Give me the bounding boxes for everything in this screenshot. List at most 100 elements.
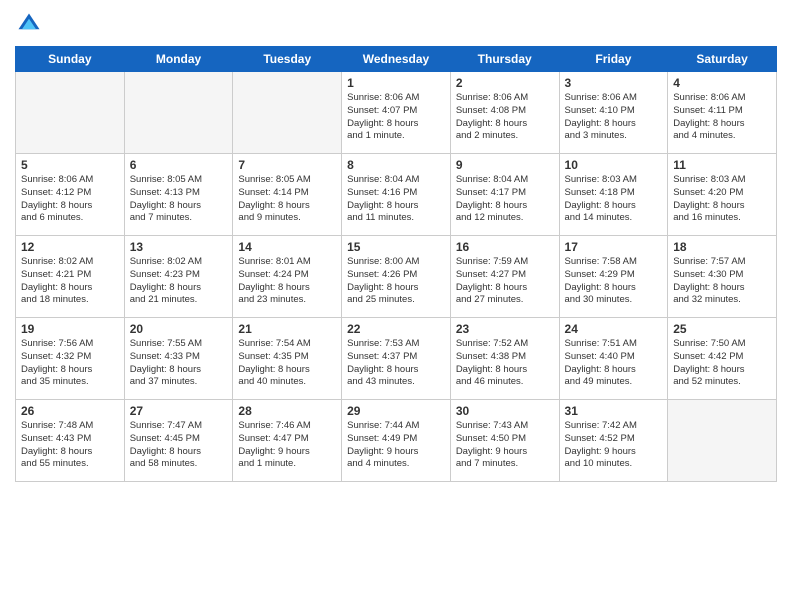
day-info: Sunrise: 8:03 AM Sunset: 4:18 PM Dayligh… — [565, 174, 663, 225]
day-info: Sunrise: 8:02 AM Sunset: 4:23 PM Dayligh… — [130, 256, 228, 307]
day-info: Sunrise: 8:00 AM Sunset: 4:26 PM Dayligh… — [347, 256, 445, 307]
day-number: 31 — [565, 404, 663, 418]
calendar-cell: 23 Sunrise: 7:52 AM Sunset: 4:38 PM Dayli… — [450, 318, 559, 400]
calendar-cell: 4 Sunrise: 8:06 AM Sunset: 4:11 PM Daylig… — [668, 72, 777, 154]
day-number: 12 — [21, 240, 119, 254]
day-info: Sunrise: 8:01 AM Sunset: 4:24 PM Dayligh… — [238, 256, 336, 307]
day-number: 13 — [130, 240, 228, 254]
calendar-cell: 3 Sunrise: 8:06 AM Sunset: 4:10 PM Daylig… — [559, 72, 668, 154]
calendar-cell: 5 Sunrise: 8:06 AM Sunset: 4:12 PM Daylig… — [16, 154, 125, 236]
day-info: Sunrise: 7:53 AM Sunset: 4:37 PM Dayligh… — [347, 338, 445, 389]
calendar-cell — [668, 400, 777, 482]
calendar-week-4: 19 Sunrise: 7:56 AM Sunset: 4:32 PM Dayli… — [16, 318, 777, 400]
day-info: Sunrise: 8:06 AM Sunset: 4:10 PM Dayligh… — [565, 92, 663, 143]
calendar-header-saturday: Saturday — [668, 47, 777, 72]
day-number: 11 — [673, 158, 771, 172]
day-info: Sunrise: 8:04 AM Sunset: 4:17 PM Dayligh… — [456, 174, 554, 225]
day-number: 27 — [130, 404, 228, 418]
calendar-cell: 28Sunrise: 7:46 AM Sunset: 4:47 PM Dayli… — [233, 400, 342, 482]
calendar-cell: 15 Sunrise: 8:00 AM Sunset: 4:26 PM Dayli… — [342, 236, 451, 318]
day-number: 1 — [347, 76, 445, 90]
day-number: 30 — [456, 404, 554, 418]
calendar-week-3: 12Sunrise: 8:02 AM Sunset: 4:21 PM Dayli… — [16, 236, 777, 318]
day-number: 15 — [347, 240, 445, 254]
day-info: Sunrise: 7:54 AM Sunset: 4:35 PM Dayligh… — [238, 338, 336, 389]
logo-icon — [15, 10, 43, 38]
calendar-cell — [124, 72, 233, 154]
day-info: Sunrise: 8:03 AM Sunset: 4:20 PM Dayligh… — [673, 174, 771, 225]
day-number: 20 — [130, 322, 228, 336]
day-number: 19 — [21, 322, 119, 336]
day-number: 10 — [565, 158, 663, 172]
day-number: 6 — [130, 158, 228, 172]
calendar-cell: 7 Sunrise: 8:05 AM Sunset: 4:14 PM Daylig… — [233, 154, 342, 236]
day-number: 18 — [673, 240, 771, 254]
day-info: Sunrise: 7:58 AM Sunset: 4:29 PM Dayligh… — [565, 256, 663, 307]
calendar-header-row: SundayMondayTuesdayWednesdayThursdayFrid… — [16, 47, 777, 72]
calendar-cell: 2 Sunrise: 8:06 AM Sunset: 4:08 PM Daylig… — [450, 72, 559, 154]
day-info: Sunrise: 7:51 AM Sunset: 4:40 PM Dayligh… — [565, 338, 663, 389]
calendar-week-5: 26Sunrise: 7:48 AM Sunset: 4:43 PM Dayli… — [16, 400, 777, 482]
calendar-week-2: 5 Sunrise: 8:06 AM Sunset: 4:12 PM Daylig… — [16, 154, 777, 236]
calendar-cell: 14 Sunrise: 8:01 AM Sunset: 4:24 PM Dayli… — [233, 236, 342, 318]
calendar-cell: 11 Sunrise: 8:03 AM Sunset: 4:20 PM Dayli… — [668, 154, 777, 236]
page: SundayMondayTuesdayWednesdayThursdayFrid… — [0, 0, 792, 612]
day-number: 17 — [565, 240, 663, 254]
day-number: 5 — [21, 158, 119, 172]
calendar-header-tuesday: Tuesday — [233, 47, 342, 72]
calendar-cell: 30 Sunrise: 7:43 AM Sunset: 4:50 PM Dayli… — [450, 400, 559, 482]
day-number: 3 — [565, 76, 663, 90]
day-number: 25 — [673, 322, 771, 336]
calendar-cell: 21 Sunrise: 7:54 AM Sunset: 4:35 PM Dayli… — [233, 318, 342, 400]
day-info: Sunrise: 7:44 AM Sunset: 4:49 PM Dayligh… — [347, 420, 445, 471]
calendar-cell: 9 Sunrise: 8:04 AM Sunset: 4:17 PM Daylig… — [450, 154, 559, 236]
day-info: Sunrise: 8:06 AM Sunset: 4:11 PM Dayligh… — [673, 92, 771, 143]
calendar-week-1: 1Sunrise: 8:06 AM Sunset: 4:07 PM Daylig… — [16, 72, 777, 154]
day-info: Sunrise: 7:46 AM Sunset: 4:47 PM Dayligh… — [238, 420, 336, 471]
day-number: 14 — [238, 240, 336, 254]
calendar-header-friday: Friday — [559, 47, 668, 72]
day-info: Sunrise: 7:42 AM Sunset: 4:52 PM Dayligh… — [565, 420, 663, 471]
day-info: Sunrise: 7:43 AM Sunset: 4:50 PM Dayligh… — [456, 420, 554, 471]
day-number: 26 — [21, 404, 119, 418]
day-info: Sunrise: 7:57 AM Sunset: 4:30 PM Dayligh… — [673, 256, 771, 307]
day-info: Sunrise: 8:06 AM Sunset: 4:08 PM Dayligh… — [456, 92, 554, 143]
day-number: 9 — [456, 158, 554, 172]
logo — [15, 10, 47, 38]
day-number: 23 — [456, 322, 554, 336]
day-info: Sunrise: 7:47 AM Sunset: 4:45 PM Dayligh… — [130, 420, 228, 471]
day-number: 22 — [347, 322, 445, 336]
calendar-cell: 12Sunrise: 8:02 AM Sunset: 4:21 PM Dayli… — [16, 236, 125, 318]
day-number: 16 — [456, 240, 554, 254]
calendar-header-monday: Monday — [124, 47, 233, 72]
calendar-header-sunday: Sunday — [16, 47, 125, 72]
calendar-header-thursday: Thursday — [450, 47, 559, 72]
day-info: Sunrise: 8:05 AM Sunset: 4:13 PM Dayligh… — [130, 174, 228, 225]
day-number: 7 — [238, 158, 336, 172]
calendar-cell: 16Sunrise: 7:59 AM Sunset: 4:27 PM Dayli… — [450, 236, 559, 318]
day-info: Sunrise: 7:52 AM Sunset: 4:38 PM Dayligh… — [456, 338, 554, 389]
calendar-cell: 19 Sunrise: 7:56 AM Sunset: 4:32 PM Dayli… — [16, 318, 125, 400]
header — [15, 10, 777, 38]
calendar-cell: 1Sunrise: 8:06 AM Sunset: 4:07 PM Daylig… — [342, 72, 451, 154]
day-number: 4 — [673, 76, 771, 90]
calendar-cell: 31 Sunrise: 7:42 AM Sunset: 4:52 PM Dayli… — [559, 400, 668, 482]
calendar-cell: 29Sunrise: 7:44 AM Sunset: 4:49 PM Dayli… — [342, 400, 451, 482]
calendar-cell: 27 Sunrise: 7:47 AM Sunset: 4:45 PM Dayli… — [124, 400, 233, 482]
day-info: Sunrise: 7:56 AM Sunset: 4:32 PM Dayligh… — [21, 338, 119, 389]
calendar-header-wednesday: Wednesday — [342, 47, 451, 72]
calendar-cell: 25 Sunrise: 7:50 AM Sunset: 4:42 PM Dayli… — [668, 318, 777, 400]
day-number: 21 — [238, 322, 336, 336]
calendar-cell: 26Sunrise: 7:48 AM Sunset: 4:43 PM Dayli… — [16, 400, 125, 482]
day-info: Sunrise: 8:06 AM Sunset: 4:12 PM Dayligh… — [21, 174, 119, 225]
day-number: 2 — [456, 76, 554, 90]
day-info: Sunrise: 8:04 AM Sunset: 4:16 PM Dayligh… — [347, 174, 445, 225]
day-info: Sunrise: 8:05 AM Sunset: 4:14 PM Dayligh… — [238, 174, 336, 225]
calendar-cell: 13 Sunrise: 8:02 AM Sunset: 4:23 PM Dayli… — [124, 236, 233, 318]
day-number: 24 — [565, 322, 663, 336]
day-info: Sunrise: 7:50 AM Sunset: 4:42 PM Dayligh… — [673, 338, 771, 389]
calendar-cell: 24 Sunrise: 7:51 AM Sunset: 4:40 PM Dayli… — [559, 318, 668, 400]
calendar-cell — [233, 72, 342, 154]
day-number: 8 — [347, 158, 445, 172]
calendar-cell: 8 Sunrise: 8:04 AM Sunset: 4:16 PM Daylig… — [342, 154, 451, 236]
